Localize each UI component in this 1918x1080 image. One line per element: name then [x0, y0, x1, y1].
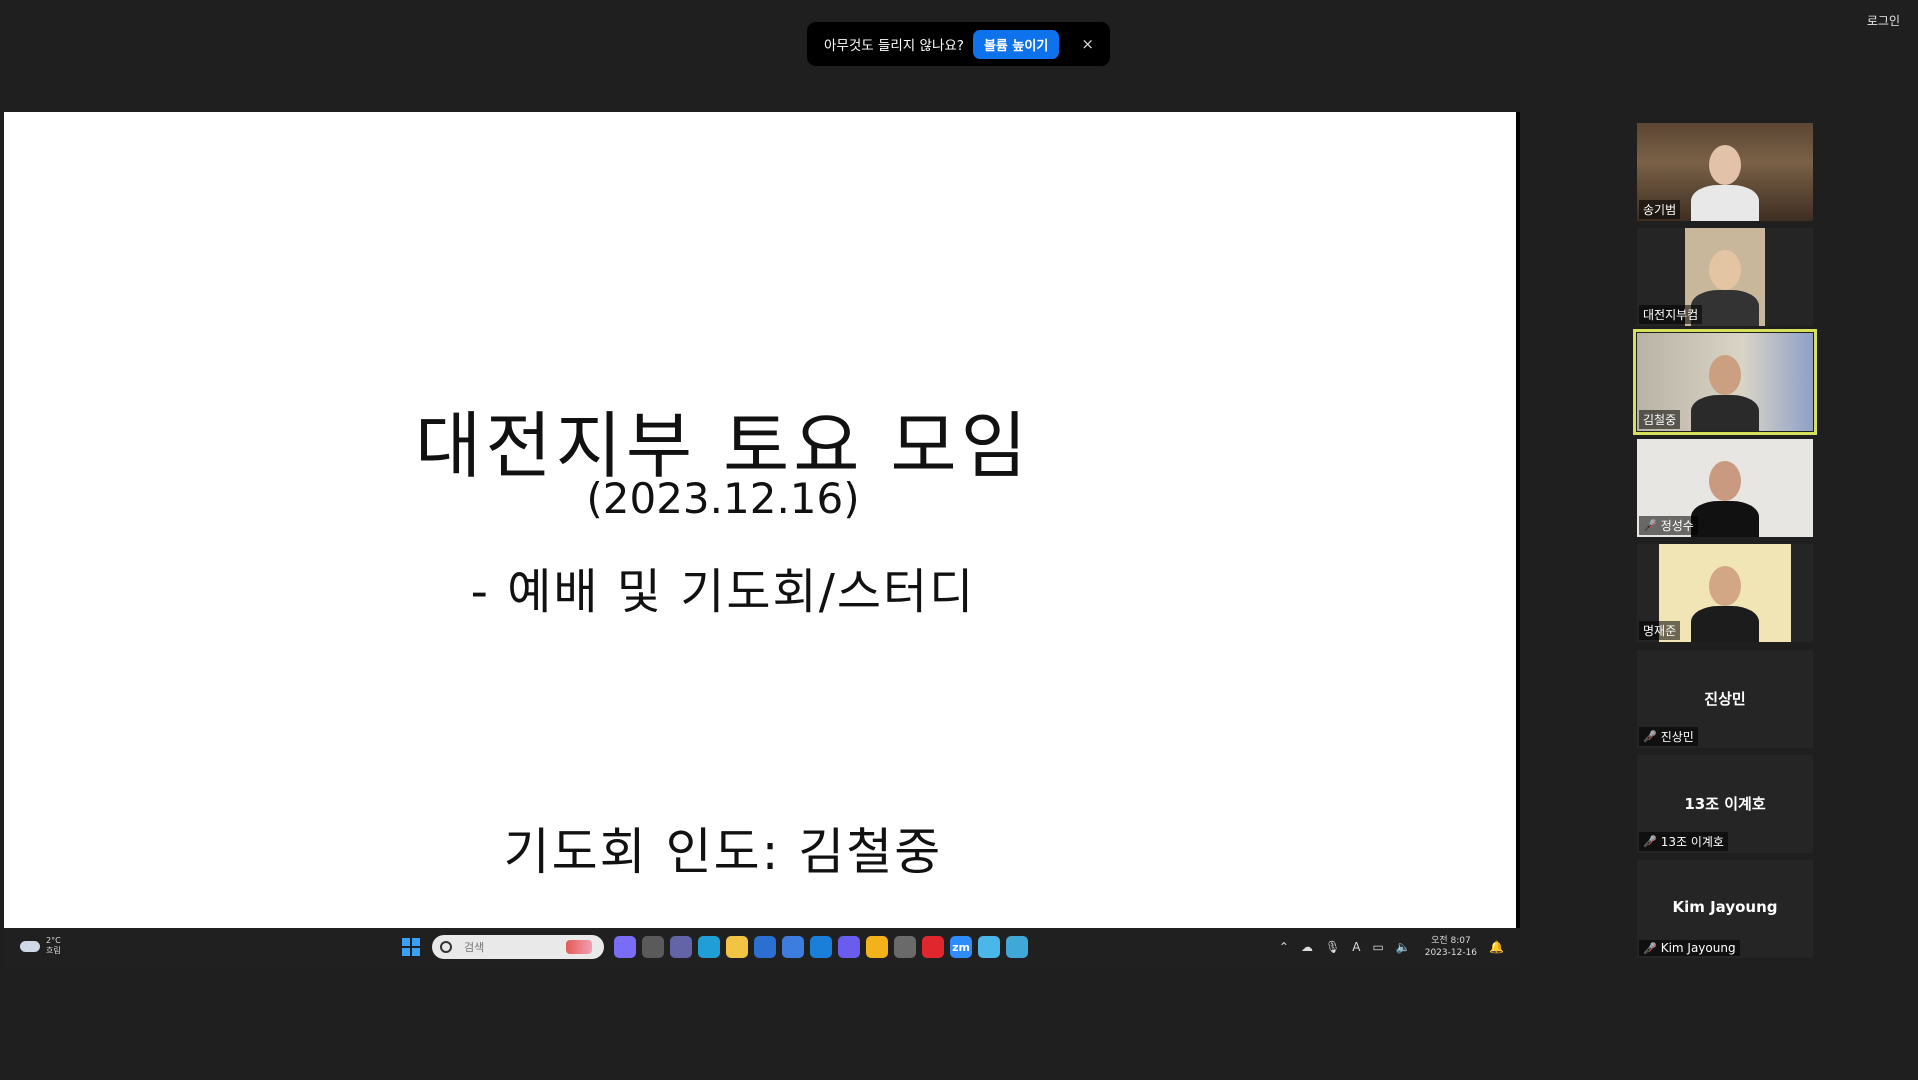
- network-icon[interactable]: ▭: [1372, 940, 1383, 954]
- clock-date: 2023-12-16: [1424, 948, 1478, 958]
- participant-face: [1709, 250, 1741, 290]
- copilot-icon[interactable]: [614, 936, 636, 958]
- participant-name-label: 🎤̸ 정성수: [1639, 516, 1698, 535]
- participant-name: Kim Jayoung: [1660, 941, 1736, 955]
- taskbar-search-input[interactable]: [462, 939, 566, 955]
- muted-mic-icon: 🎤̸: [1643, 730, 1657, 743]
- muted-mic-icon: 🎤̸: [1643, 835, 1657, 848]
- participant-tile[interactable]: 🎤̸ 정성수: [1637, 439, 1813, 537]
- system-tray: ⌃ ☁ 🎙 A ▭ 🔈 오전 8:07 2023-12-16 🔔: [1267, 932, 1504, 962]
- participant-body: [1691, 395, 1759, 431]
- search-icon: [440, 941, 452, 953]
- camera-icon[interactable]: [894, 936, 916, 958]
- participant-name-label: 대전지부컴: [1639, 305, 1703, 324]
- participant-body: [1691, 185, 1759, 221]
- photo-app-icon[interactable]: [754, 936, 776, 958]
- muted-mic-icon: 🎤̸: [1643, 519, 1657, 532]
- participant-name-label: 🎤̸ Kim Jayoung: [1639, 940, 1740, 956]
- chrome-icon[interactable]: [866, 936, 888, 958]
- participant-tile[interactable]: 대전지부컴: [1637, 228, 1813, 326]
- slide-date: (2023.12.16): [586, 474, 860, 523]
- login-button[interactable]: 로그인: [1863, 10, 1904, 31]
- zoom-icon[interactable]: zm: [950, 936, 972, 958]
- taskbar-clock[interactable]: 오전 8:07 2023-12-16: [1425, 935, 1477, 959]
- chevron-up-icon[interactable]: ⌃: [1279, 940, 1289, 954]
- participant-tile[interactable]: 김철중: [1633, 329, 1817, 435]
- onedrive-icon[interactable]: ☁: [1301, 940, 1313, 954]
- participant-name: 김철중: [1643, 413, 1677, 427]
- raise-volume-button[interactable]: 볼륨 높이기: [972, 29, 1060, 59]
- participant-face: [1709, 461, 1741, 501]
- taskbar-search[interactable]: [432, 935, 604, 959]
- participant-name-label: 송기범: [1639, 200, 1681, 219]
- participant-name: 진상민: [1660, 730, 1694, 744]
- slide-edge-divider: [1516, 112, 1520, 928]
- participant-name-label: 🎤̸ 13조 이계호: [1639, 832, 1728, 851]
- search-highlight-icon: [566, 940, 592, 954]
- remote-taskbar: 2°C 흐림 zm ⌃ ☁ 🎙 A ▭ 🔈 오전 8:07 2023-12-16: [4, 928, 1520, 966]
- weather-widget[interactable]: 2°C 흐림: [20, 936, 61, 956]
- participant-name-label: 김철중: [1639, 410, 1681, 429]
- participant-tile[interactable]: 진상민 🎤̸ 진상민: [1637, 650, 1813, 748]
- participant-face: [1709, 355, 1741, 395]
- participant-name: 명재준: [1643, 624, 1677, 638]
- notification-message: 아무것도 들리지 않나요?: [824, 38, 964, 54]
- mic-icon[interactable]: 🎙: [1325, 940, 1340, 954]
- audio-notification: 아무것도 들리지 않나요? 볼륨 높이기 ×: [807, 22, 1110, 66]
- participant-name: 대전지부컴: [1643, 308, 1699, 322]
- participant-body: [1691, 501, 1759, 537]
- participant-name: 송기범: [1643, 203, 1677, 217]
- participant-display-name: 진상민: [1704, 690, 1746, 708]
- pinned-apps: zm: [614, 936, 1034, 958]
- participant-name: 13조 이계호: [1660, 835, 1724, 849]
- presentation-slide: 대전지부 토요 모임 (2023.12.16) - 예배 및 기도회/스터디 기…: [4, 112, 1520, 928]
- participant-tile[interactable]: Kim Jayoung 🎤̸ Kim Jayoung: [1637, 860, 1813, 958]
- file-explorer-icon[interactable]: [726, 936, 748, 958]
- weather-description: 흐림: [46, 946, 61, 955]
- store-icon[interactable]: [782, 936, 804, 958]
- task-view-icon[interactable]: [642, 936, 664, 958]
- cloud-icon: [20, 940, 40, 952]
- taskbar-apps: zm: [402, 933, 1034, 961]
- teams-icon[interactable]: [670, 936, 692, 958]
- participant-tile[interactable]: 13조 이계호 🎤̸ 13조 이계호: [1637, 755, 1813, 853]
- shared-screen: 대전지부 토요 모임 (2023.12.16) - 예배 및 기도회/스터디 기…: [4, 112, 1520, 966]
- participant-display-name: Kim Jayoung: [1672, 898, 1778, 916]
- notification-bell-icon[interactable]: 🔔: [1489, 940, 1504, 954]
- participant-name-label: 🎤̸ 진상민: [1639, 727, 1698, 746]
- weather-temperature: 2°C: [46, 936, 61, 945]
- participant-name: 정성수: [1660, 519, 1694, 533]
- participant-name-label: 명재준: [1639, 621, 1681, 640]
- paint-icon[interactable]: [978, 936, 1000, 958]
- close-icon[interactable]: ×: [1077, 35, 1098, 53]
- windows-start-icon[interactable]: [402, 938, 420, 956]
- paint-icon-2[interactable]: [1006, 936, 1028, 958]
- participant-display-name: 13조 이계호: [1684, 795, 1766, 813]
- participant-face: [1709, 566, 1741, 606]
- ime-icon[interactable]: A: [1352, 940, 1360, 954]
- participant-face: [1709, 145, 1741, 185]
- participant-body: [1691, 606, 1759, 642]
- opera-icon[interactable]: [922, 936, 944, 958]
- slide-subtitle: - 예배 및 기도회/스터디: [470, 564, 976, 620]
- participant-tile[interactable]: 명재준: [1637, 544, 1813, 642]
- slide-prayer-leader: 기도회 인도: 김철중: [503, 823, 943, 881]
- mail-icon[interactable]: [810, 936, 832, 958]
- muted-mic-icon: 🎤̸: [1643, 941, 1657, 955]
- clock-time: 오전 8:07: [1431, 936, 1471, 946]
- speaker-icon[interactable]: 🔈: [1396, 940, 1411, 954]
- participant-tile[interactable]: 송기범: [1637, 123, 1813, 221]
- edge-icon[interactable]: [698, 936, 720, 958]
- media-player-icon[interactable]: [838, 936, 860, 958]
